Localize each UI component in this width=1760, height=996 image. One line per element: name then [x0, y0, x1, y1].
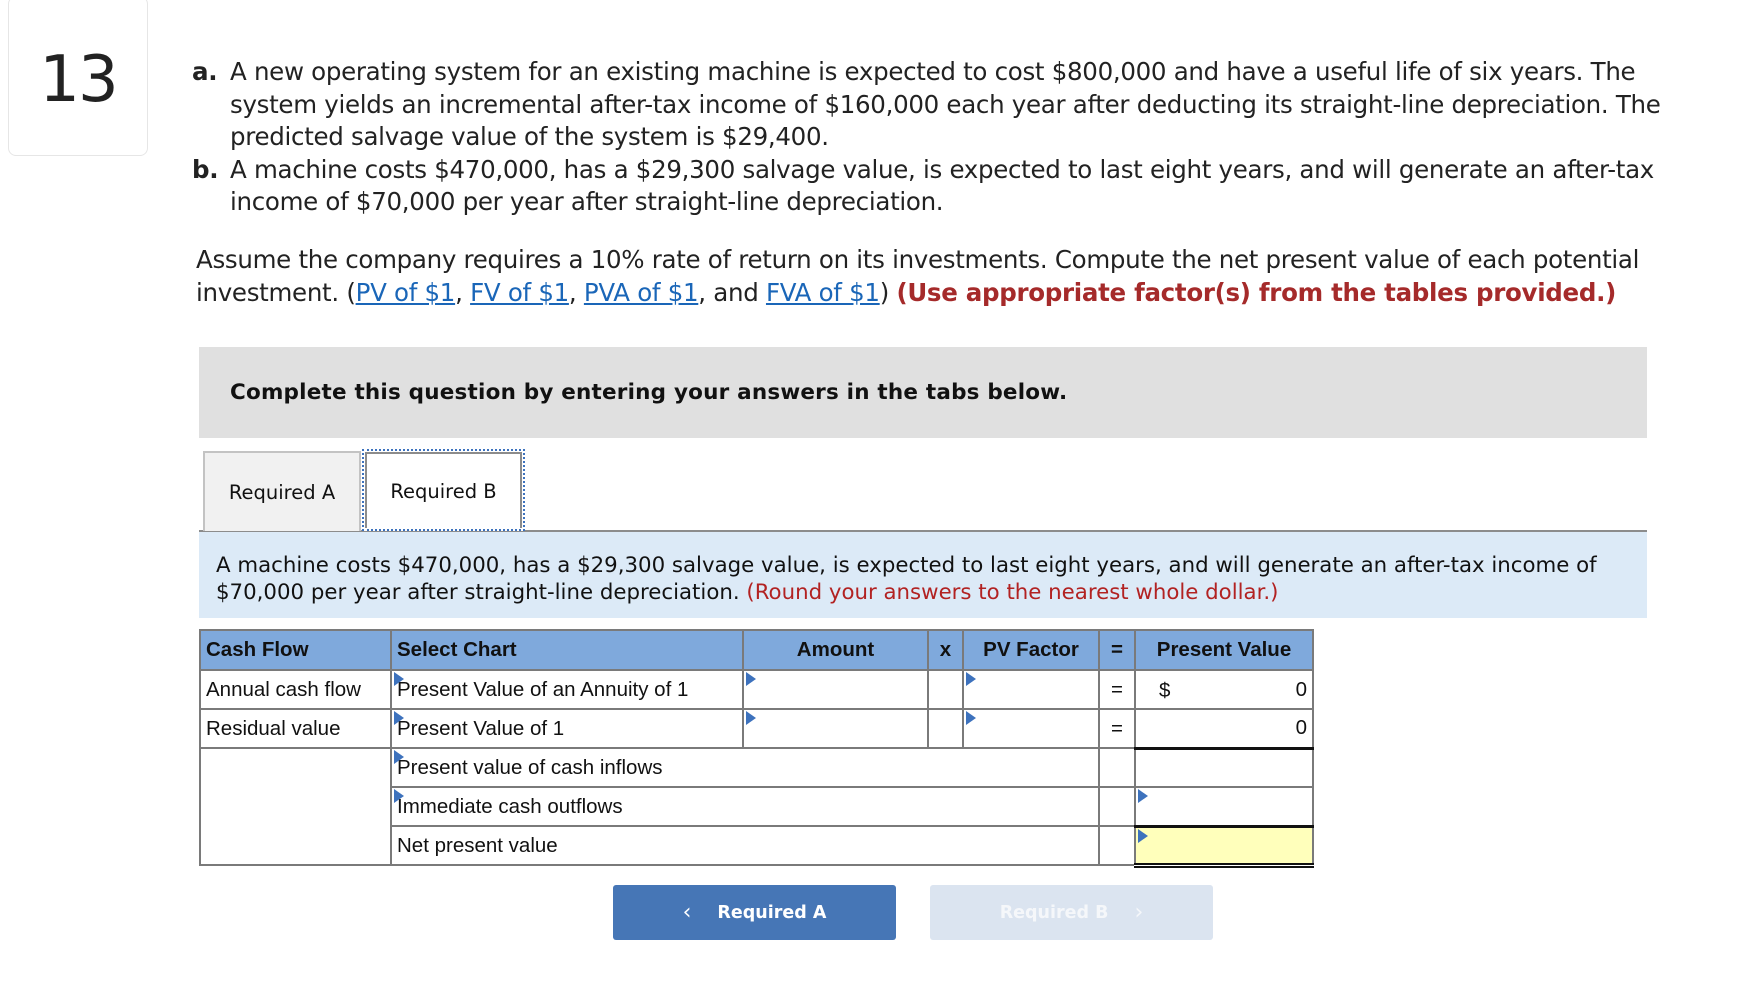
select-chart-dropdown[interactable]: Present Value of 1 — [390, 708, 744, 749]
currency-symbol: $ — [1159, 679, 1171, 702]
empty-cash-flow-cell — [199, 747, 392, 866]
dropdown-marker-icon — [394, 789, 404, 803]
fva-of-1-link[interactable]: FVA of $1 — [766, 278, 880, 307]
header-pv-factor: PV Factor — [962, 629, 1100, 671]
pva-of-1-link[interactable]: PVA of $1 — [584, 278, 699, 307]
npv-table: Cash Flow Select Chart Amount x PV Facto… — [199, 629, 1314, 868]
multiply-cell — [927, 669, 964, 710]
header-cash-flow: Cash Flow — [199, 629, 392, 671]
cash-flow-label: Residual value — [199, 708, 392, 749]
header-amount: Amount — [742, 629, 929, 671]
header-equals: = — [1098, 629, 1136, 671]
instructions-banner: Complete this question by entering your … — [199, 347, 1647, 438]
question-info: A machine costs $470,000, has a $29,300 … — [199, 532, 1647, 618]
dropdown-marker-icon — [394, 711, 404, 725]
empty-equals-cell — [1098, 747, 1136, 788]
table-row-annual-cash-flow: Annual cash flow Present Value of an Ann… — [199, 669, 1314, 710]
tab-inner: Required B — [365, 452, 522, 528]
summary-label: Present value of cash inflows — [397, 755, 663, 779]
question-number-box: 13 — [8, 0, 148, 156]
tab-label: Required A — [228, 480, 336, 504]
equals-sign: = — [1098, 708, 1136, 749]
tab-label: Required B — [390, 479, 497, 503]
prev-required-a-button[interactable]: ‹ Required A — [613, 885, 896, 940]
separator: , and — [698, 277, 766, 307]
next-required-b-button[interactable]: Required B › — [930, 885, 1213, 940]
amount-input[interactable] — [749, 671, 922, 708]
instruction-text: Assume the company requires a 10% rate o… — [196, 244, 1696, 309]
separator: , — [568, 277, 584, 307]
present-value-cell: $0 — [1134, 669, 1314, 710]
pv-factor-input-cell[interactable] — [962, 708, 1100, 749]
separator: , — [455, 277, 471, 307]
header-select-chart: Select Chart — [390, 629, 744, 671]
dropdown-marker-icon — [1138, 828, 1148, 843]
dropdown-marker-icon — [1138, 789, 1148, 803]
dropdown-marker-icon — [746, 672, 756, 686]
header-multiply: x — [927, 629, 964, 671]
summary-label: Net present value — [390, 825, 1100, 866]
selected-chart: Present Value of an Annuity of 1 — [397, 677, 689, 701]
dropdown-marker-icon — [394, 672, 404, 686]
question-number: 13 — [39, 43, 118, 117]
tab-bar: Required A Required B — [199, 449, 1647, 532]
banner-text: Complete this question by entering your … — [230, 380, 1068, 405]
present-value-cell: 0 — [1134, 708, 1314, 749]
header-present-value: Present Value — [1134, 629, 1314, 671]
pv-factor-input[interactable] — [969, 710, 1093, 747]
summary-label-dropdown[interactable]: Immediate cash outflows — [390, 786, 1100, 827]
empty-equals-cell — [1098, 786, 1136, 827]
tab-required-b[interactable]: Required B — [362, 449, 525, 531]
next-label: Required B — [999, 902, 1109, 923]
amount-input-cell[interactable] — [742, 669, 929, 710]
selected-chart: Present Value of 1 — [397, 716, 565, 740]
summary-label-dropdown[interactable]: Present value of cash inflows — [390, 747, 1100, 788]
instruction-emphasis: (Use appropriate factor(s) from the tabl… — [896, 277, 1616, 307]
pv-factor-input[interactable] — [969, 671, 1093, 708]
outflows-input-cell[interactable] — [1134, 786, 1314, 827]
equals-sign: = — [1098, 669, 1136, 710]
pv-of-1-link[interactable]: PV of $1 — [356, 278, 456, 307]
chevron-left-icon: ‹ — [682, 900, 692, 925]
prev-label: Required A — [717, 902, 827, 923]
amount-input[interactable] — [749, 710, 922, 747]
present-value: 0 — [1295, 677, 1307, 701]
table-row-residual-value: Residual value Present Value of 1 = 0 — [199, 708, 1314, 749]
pv-factor-input-cell[interactable] — [962, 669, 1100, 710]
problem-statement: a. A new operating system for an existin… — [192, 56, 1712, 219]
fv-of-1-link[interactable]: FV of $1 — [470, 278, 569, 307]
dropdown-marker-icon — [966, 672, 976, 686]
present-value: 0 — [1295, 716, 1307, 740]
part-letter: b. — [192, 154, 219, 184]
part-text: A new operating system for an existing m… — [230, 57, 1661, 151]
outflows-input[interactable] — [1141, 788, 1307, 825]
select-chart-dropdown[interactable]: Present Value of an Annuity of 1 — [390, 669, 744, 710]
pv-inflows-value — [1134, 746, 1314, 788]
separator: ) — [879, 277, 897, 307]
table-header-row: Cash Flow Select Chart Amount x PV Facto… — [199, 629, 1314, 671]
table-row-pv-inflows: Present value of cash inflows — [199, 746, 1314, 866]
dropdown-marker-icon — [746, 711, 756, 725]
dropdown-marker-icon — [966, 711, 976, 725]
npv-input[interactable] — [1141, 827, 1307, 863]
summary-label: Immediate cash outflows — [397, 794, 623, 818]
part-text: A machine costs $470,000, has a $29,300 … — [230, 154, 1655, 217]
amount-input-cell[interactable] — [742, 708, 929, 749]
dropdown-marker-icon — [394, 750, 404, 764]
problem-part-b: b. A machine costs $470,000, has a $29,3… — [192, 154, 1712, 219]
multiply-cell — [927, 708, 964, 749]
chevron-right-icon: › — [1134, 900, 1144, 925]
tab-required-a[interactable]: Required A — [203, 451, 361, 531]
info-note: (Round your answers to the nearest whole… — [746, 580, 1279, 605]
problem-part-a: a. A new operating system for an existin… — [192, 56, 1712, 154]
npv-input-cell[interactable] — [1134, 824, 1314, 868]
empty-equals-cell — [1098, 825, 1136, 866]
part-letter: a. — [192, 57, 218, 86]
cash-flow-label: Annual cash flow — [199, 669, 392, 710]
